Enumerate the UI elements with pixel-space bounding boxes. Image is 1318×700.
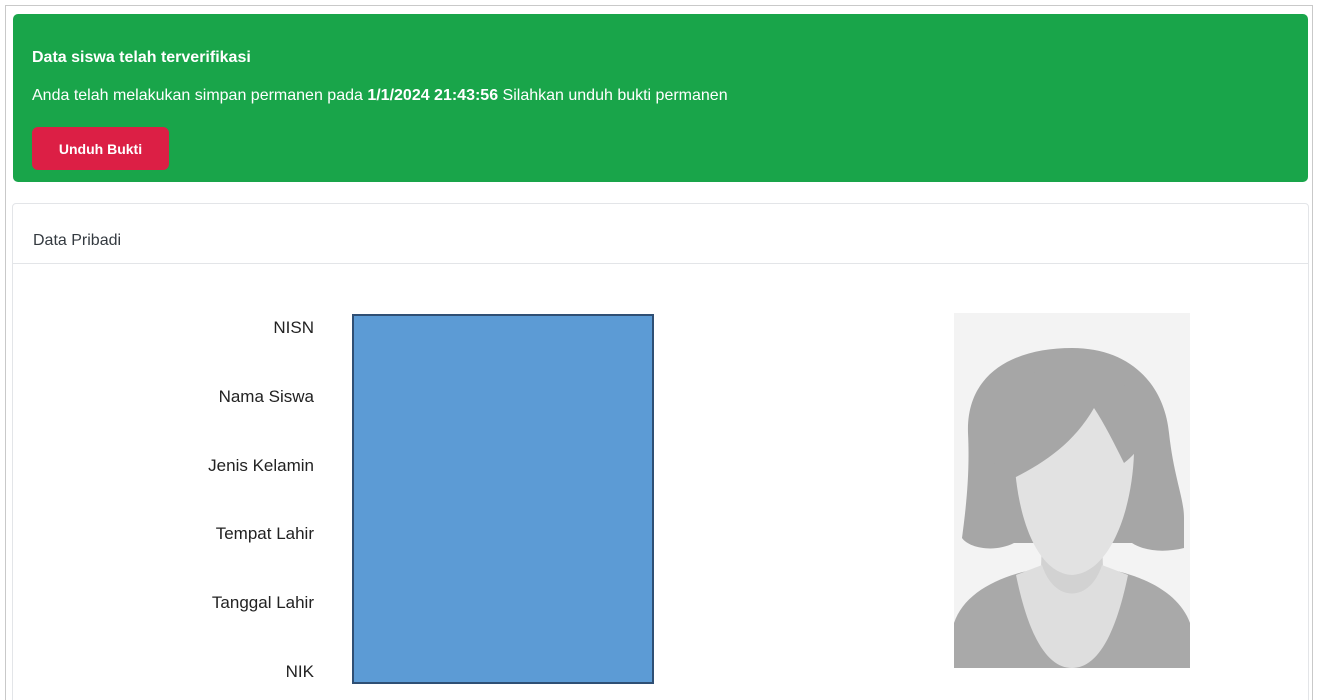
page-frame: Data siswa telah terverifikasi Anda tela…: [5, 5, 1313, 700]
label-nama-siswa: Nama Siswa: [218, 387, 314, 406]
alert-message-after: Silahkan unduh bukti permanen: [498, 87, 728, 104]
label-nisn: NISN: [273, 318, 314, 337]
field-labels: NISN Nama Siswa Jenis Kelamin Tempat Lah…: [106, 6, 314, 700]
label-nik: NIK: [285, 662, 314, 681]
avatar-svg: [954, 313, 1190, 668]
label-tempat-lahir: Tempat Lahir: [215, 524, 314, 543]
female-avatar-placeholder-icon: [954, 313, 1190, 668]
label-jenis-kelamin: Jenis Kelamin: [208, 456, 314, 475]
label-tanggal-lahir: Tanggal Lahir: [211, 593, 314, 612]
alert-timestamp: 1/1/2024 21:43:56: [367, 87, 499, 104]
redacted-values-box: [352, 314, 654, 684]
